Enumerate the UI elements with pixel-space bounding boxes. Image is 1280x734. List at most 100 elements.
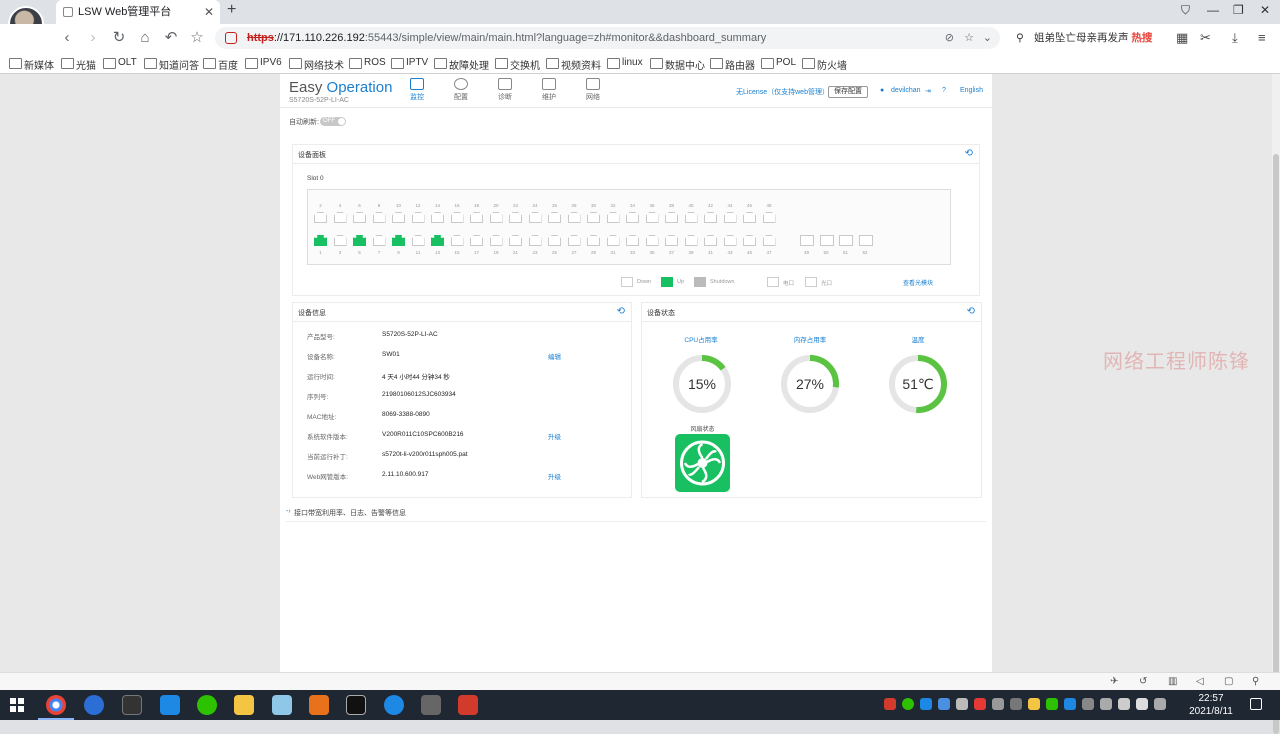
- info-action-link[interactable]: 编辑: [548, 351, 561, 361]
- port-11[interactable]: [411, 235, 425, 246]
- port-5[interactable]: [353, 235, 366, 246]
- volume-icon[interactable]: ◁: [1196, 676, 1204, 687]
- port-13[interactable]: [431, 235, 444, 246]
- tray-green-icon[interactable]: [1046, 698, 1058, 710]
- port-31[interactable]: [606, 235, 620, 246]
- bookmark-folder[interactable]: POL: [761, 57, 796, 69]
- nav-monitor[interactable]: 监控: [399, 78, 435, 102]
- notes-app-icon[interactable]: [272, 695, 292, 715]
- port-35[interactable]: [645, 235, 659, 246]
- insecure-lock-icon[interactable]: [225, 32, 237, 44]
- bookmark-folder[interactable]: linux: [607, 57, 643, 69]
- tray-keyboard-icon[interactable]: [1100, 698, 1112, 710]
- speed-icon[interactable]: ✈: [1110, 676, 1118, 687]
- bookmark-folder[interactable]: 防火墙: [802, 57, 847, 72]
- username[interactable]: devilchan: [891, 87, 921, 94]
- tray-network-icon[interactable]: [1010, 698, 1022, 710]
- bookmark-folder[interactable]: ROS: [349, 57, 386, 69]
- reload-icon[interactable]: ↻: [110, 29, 128, 47]
- info-action-link[interactable]: 升级: [548, 471, 561, 481]
- port-28[interactable]: [567, 212, 581, 223]
- windows-start-icon[interactable]: [10, 698, 24, 712]
- port-33[interactable]: [626, 235, 639, 246]
- bookmark-folder[interactable]: 百度: [203, 57, 238, 72]
- star-icon[interactable]: ☆: [188, 29, 206, 47]
- language-switch[interactable]: English: [960, 87, 983, 94]
- camera-app-icon[interactable]: [122, 695, 142, 715]
- tray-bluetooth-icon[interactable]: [956, 698, 968, 710]
- sfp-port-52[interactable]: [858, 235, 873, 246]
- port-21[interactable]: [509, 235, 522, 246]
- tray-app-icon[interactable]: [920, 698, 932, 710]
- tray-cloud-icon[interactable]: [938, 698, 950, 710]
- tray-wechat-icon[interactable]: [902, 698, 914, 710]
- auto-refresh-toggle[interactable]: OFF: [320, 117, 346, 126]
- license-status[interactable]: 无License（仅支持web管理）: [736, 87, 829, 97]
- tray-wps-icon[interactable]: [884, 698, 896, 710]
- file-explorer-icon[interactable]: [234, 695, 254, 715]
- chrome-icon[interactable]: [38, 695, 74, 720]
- app-orange-icon[interactable]: [309, 695, 329, 715]
- port-26[interactable]: [548, 212, 561, 223]
- zoom-icon[interactable]: ⚲: [1252, 676, 1259, 687]
- port-44[interactable]: [723, 212, 737, 223]
- port-25[interactable]: [548, 235, 561, 246]
- tray-alert-icon[interactable]: [974, 698, 986, 710]
- refresh-icon[interactable]: ⟲: [965, 148, 973, 159]
- translate-icon[interactable]: ⊘: [945, 27, 954, 49]
- bookmark-folder[interactable]: 网络技术: [289, 57, 344, 72]
- help-icon[interactable]: ?: [942, 87, 946, 94]
- nav-diagnose[interactable]: 诊断: [487, 78, 523, 102]
- port-8[interactable]: [372, 212, 386, 223]
- restore-icon[interactable]: ❐: [1233, 3, 1244, 17]
- dropdown-icon[interactable]: ⌄: [983, 27, 992, 49]
- bookmark-folder[interactable]: 交换机: [495, 57, 540, 72]
- port-34[interactable]: [626, 212, 639, 223]
- window-icon[interactable]: ▢: [1224, 676, 1233, 687]
- refresh-icon[interactable]: ⟲: [617, 306, 625, 317]
- sfp-port-50[interactable]: [819, 235, 834, 246]
- tray-wifi-icon[interactable]: [1118, 698, 1130, 710]
- port-27[interactable]: [567, 235, 581, 246]
- page-scrollbar[interactable]: [1272, 74, 1280, 734]
- port-46[interactable]: [743, 212, 756, 223]
- pin-icon[interactable]: ⛉: [1181, 3, 1190, 18]
- port-38[interactable]: [665, 212, 678, 223]
- sfp-port-51[interactable]: [839, 235, 853, 246]
- port-4[interactable]: [333, 212, 347, 223]
- port-40[interactable]: [684, 212, 698, 223]
- nav-maintain[interactable]: 维护: [531, 78, 567, 102]
- tray-yellow-icon[interactable]: [1028, 698, 1040, 710]
- port-32[interactable]: [606, 212, 620, 223]
- port-30[interactable]: [587, 212, 600, 223]
- bookmark-folder[interactable]: 数据中心: [650, 57, 705, 72]
- port-29[interactable]: [587, 235, 600, 246]
- tray-ime-icon[interactable]: [1154, 698, 1166, 710]
- port-36[interactable]: [645, 212, 659, 223]
- port-2[interactable]: [314, 212, 327, 223]
- forward-icon[interactable]: ›: [84, 29, 102, 47]
- download-icon[interactable]: ⤓: [1232, 30, 1238, 46]
- refresh-icon[interactable]: ⟲: [967, 306, 975, 317]
- mail-app-icon[interactable]: [160, 695, 180, 715]
- port-47[interactable]: [762, 235, 776, 246]
- taskbar-clock[interactable]: 22:57 2021/8/11: [1186, 692, 1236, 718]
- bookmark-folder[interactable]: 视频资料: [546, 57, 601, 72]
- port-23[interactable]: [528, 235, 542, 246]
- browser-tab[interactable]: LSW Web管理平台 ✕: [56, 0, 220, 24]
- nav-network[interactable]: 网络: [575, 78, 611, 102]
- history-icon[interactable]: ↺: [1139, 676, 1147, 687]
- port-14[interactable]: [431, 212, 444, 223]
- port-24[interactable]: [528, 212, 542, 223]
- port-7[interactable]: [372, 235, 386, 246]
- port-6[interactable]: [353, 212, 366, 223]
- port-1[interactable]: [314, 235, 327, 246]
- port-43[interactable]: [723, 235, 737, 246]
- bookmark-folder[interactable]: 新媒体: [9, 57, 54, 72]
- tray-volume-icon[interactable]: [1136, 698, 1148, 710]
- bookmark-folder[interactable]: IPV6: [245, 57, 282, 69]
- wechat-icon[interactable]: [197, 695, 217, 715]
- port-18[interactable]: [470, 212, 483, 223]
- port-45[interactable]: [743, 235, 756, 246]
- notification-icon[interactable]: [1250, 698, 1262, 710]
